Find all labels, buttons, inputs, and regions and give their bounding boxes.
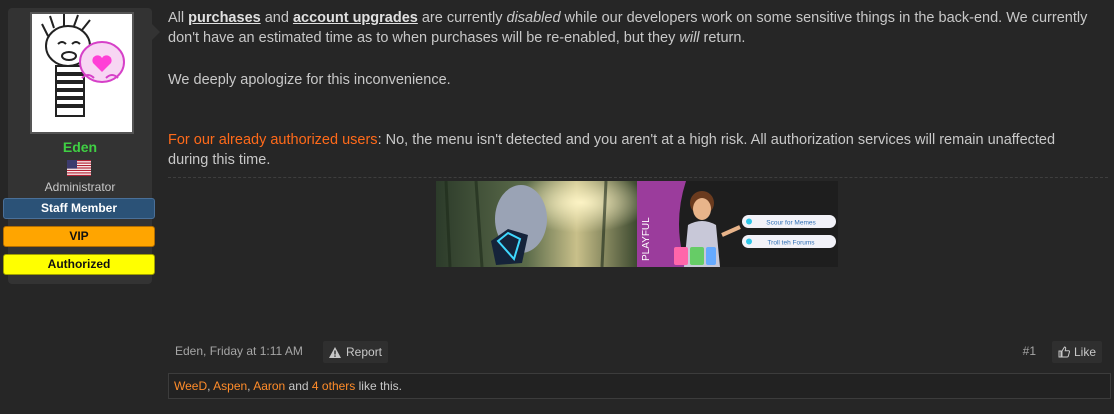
likes-and-text: and	[285, 379, 312, 393]
username[interactable]: Eden	[8, 139, 152, 155]
text-fragment: return.	[699, 30, 746, 46]
troll-teh-forums-button: Troll teh Forums	[742, 235, 836, 248]
message-paragraph-1: All purchases and account upgrades are c…	[168, 8, 1108, 48]
authorized-users-highlight: For our already authorized users	[168, 132, 378, 148]
post-number-link[interactable]: #1	[1023, 344, 1036, 358]
signature-banner[interactable]: PLAYFUL Scour for Memes Troll teh Forums	[436, 180, 838, 268]
scour-for-memes-label: Scour for Memes	[766, 220, 816, 227]
authorized-banner: Authorized	[3, 254, 155, 275]
us-flag-icon	[67, 160, 91, 176]
message-paragraph-2: We deeply apologize for this inconvenien…	[168, 72, 451, 88]
others-link[interactable]: 4 others	[312, 379, 355, 393]
avatar-image	[32, 14, 132, 132]
staff-member-banner: Staff Member	[3, 198, 155, 219]
post-footer: Eden, Friday at 1:11 AM Report #1 Like	[168, 341, 1108, 363]
signature-divider	[168, 177, 1108, 178]
like-button[interactable]: Like	[1051, 341, 1102, 363]
avatar[interactable]	[30, 12, 134, 134]
likes-summary: WeeD, Aspen, Aaron and 4 others like thi…	[168, 373, 1111, 399]
purchases-link[interactable]: purchases	[188, 10, 261, 26]
message-body: All purchases and account upgrades are c…	[168, 8, 1108, 168]
signature-side-label: PLAYFUL	[641, 217, 652, 261]
thumbs-up-icon	[1058, 346, 1070, 358]
scour-for-memes-button: Scour for Memes	[742, 215, 836, 228]
user-panel: Eden Administrator Staff Member VIP Auth…	[3, 8, 160, 284]
post-author-date[interactable]: Eden, Friday at 1:11 AM	[175, 344, 303, 358]
message-paragraph-3: For our already authorized users: No, th…	[168, 130, 1068, 170]
signature-image: PLAYFUL Scour for Memes Troll teh Forums	[436, 180, 838, 268]
like-label: Like	[1073, 345, 1096, 359]
text-fragment: are currently	[417, 10, 507, 26]
vip-banner: VIP	[3, 226, 155, 247]
liker-link[interactable]: WeeD	[174, 379, 207, 393]
liker-link[interactable]: Aspen	[213, 379, 247, 393]
warning-icon	[329, 346, 341, 358]
emphasis-will: will	[679, 30, 700, 46]
report-button[interactable]: Report	[323, 341, 389, 363]
user-title: Administrator	[44, 180, 116, 194]
text-fragment: All	[168, 10, 189, 26]
report-label: Report	[346, 345, 383, 359]
liker-link[interactable]: Aaron	[253, 379, 285, 393]
account-upgrades-link[interactable]: account upgrades	[293, 10, 418, 26]
emphasis-disabled: disabled	[506, 10, 561, 26]
text-fragment: and	[260, 10, 293, 26]
likes-suffix-text: like this.	[355, 379, 402, 393]
troll-teh-forums-label: Troll teh Forums	[767, 240, 815, 247]
